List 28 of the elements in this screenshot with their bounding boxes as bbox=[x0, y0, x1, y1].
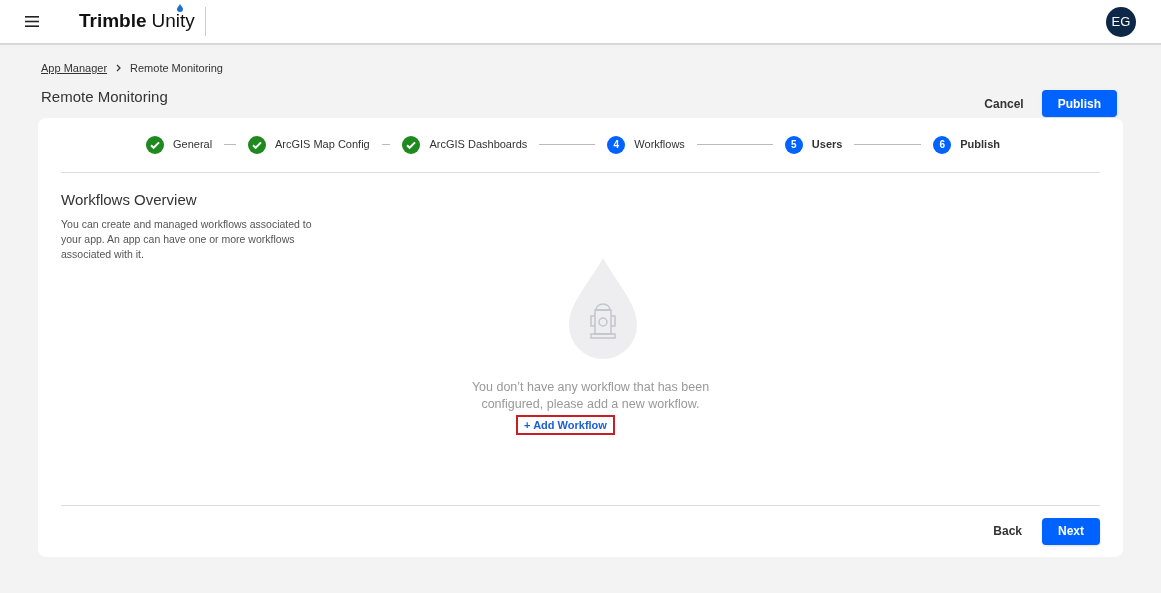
primary-button[interactable]: Publish bbox=[1041, 90, 1117, 117]
primary-button[interactable]: Next bbox=[1042, 517, 1100, 545]
step-label[interactable]: Workflows bbox=[634, 136, 685, 153]
menu-icon[interactable] bbox=[25, 16, 39, 27]
brand-logo[interactable]: Trimble Unity bbox=[79, 7, 206, 36]
step-number: 6 bbox=[933, 135, 952, 154]
step-label[interactable]: ArcGIS Dashboards bbox=[429, 136, 528, 153]
step-label[interactable]: Users bbox=[811, 136, 843, 153]
hydrant-drop-icon bbox=[568, 257, 637, 360]
page-title: Remote Monitoring bbox=[41, 86, 168, 107]
breadcrumb-current: Remote Monitoring bbox=[130, 61, 223, 76]
section-title: Workflows Overview bbox=[61, 189, 198, 210]
check-circle-icon bbox=[146, 135, 164, 154]
step-label[interactable]: Publish bbox=[960, 136, 1000, 153]
step-number: 5 bbox=[784, 135, 803, 154]
add-workflow-link[interactable]: + Add Workflow bbox=[516, 414, 615, 435]
step-label[interactable]: General bbox=[173, 136, 213, 153]
empty-state-message: You don’t have any workflow that has been configured, please add a new workflow. bbox=[470, 378, 711, 413]
check-circle-icon bbox=[247, 135, 266, 154]
breadcrumb-link[interactable]: App Manager bbox=[41, 60, 108, 77]
user-avatar[interactable]: EG bbox=[1106, 6, 1136, 37]
step-number: 4 bbox=[607, 135, 626, 154]
secondary-button[interactable]: Back bbox=[985, 517, 1030, 545]
section-description: You can create and managed workflows associated to your app. An app can have one or more workflows associated with it. bbox=[61, 217, 313, 262]
secondary-button[interactable]: Cancel bbox=[976, 90, 1032, 117]
check-circle-icon bbox=[402, 135, 421, 154]
step-label[interactable]: ArcGIS Map Config bbox=[274, 136, 370, 153]
chevron-right-icon bbox=[116, 64, 122, 73]
